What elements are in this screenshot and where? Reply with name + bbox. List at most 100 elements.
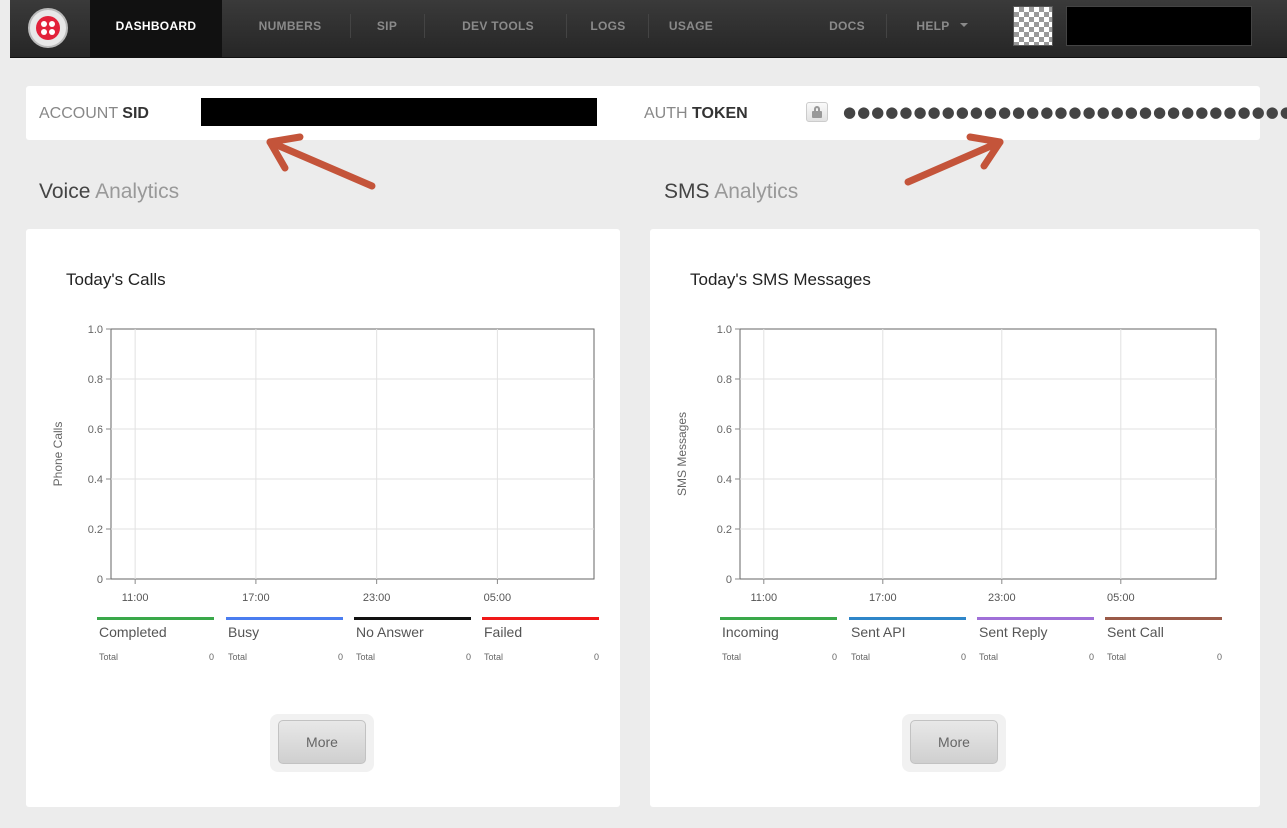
nav-usage[interactable]: USAGE bbox=[658, 0, 724, 58]
legend-swatch bbox=[354, 617, 471, 620]
y-tick-label: 0.6 bbox=[717, 424, 732, 436]
arrow-icon bbox=[266, 133, 376, 190]
auth-token-masked[interactable]: ●●●●●●●●●●●●●●●●●●●●●●●●●●●●●●●● bbox=[843, 103, 1287, 121]
nav-help-label: HELP bbox=[916, 19, 950, 33]
y-tick-label: 0 bbox=[97, 574, 103, 586]
x-tick-label: 17:00 bbox=[869, 592, 897, 604]
voice-analytics-panel: Today's Calls 0 0.2 0.4 0.6 0.8 1.0 11:00 17:00… bbox=[26, 229, 620, 807]
sms-chart: 0 0.2 0.4 0.6 0.8 1.0 11:00 17:00 23:00 05:00 SMS … bbox=[675, 324, 1217, 604]
legend-swatch bbox=[720, 617, 837, 620]
y-tick-label: 1.0 bbox=[88, 324, 103, 336]
legend-total-label: Total bbox=[979, 652, 999, 662]
nav-logs[interactable]: LOGS bbox=[576, 0, 640, 58]
legend-total-label: Total bbox=[484, 652, 504, 662]
legend-swatch bbox=[849, 617, 966, 620]
legend-swatch bbox=[226, 617, 343, 620]
lock-icon[interactable] bbox=[806, 102, 828, 122]
nav-divider bbox=[566, 14, 567, 38]
x-tick-label: 23:00 bbox=[363, 592, 391, 604]
voice-heading-bold: Voice bbox=[39, 180, 91, 203]
legend-item[interactable]: Failed Total 0 bbox=[482, 617, 601, 662]
legend-item[interactable]: Sent Call Total 0 bbox=[1105, 617, 1224, 662]
y-tick-label: 0.6 bbox=[88, 424, 103, 436]
legend-name: Failed bbox=[484, 624, 523, 640]
voice-heading-rest: Analytics bbox=[95, 180, 180, 203]
legend-total-label: Total bbox=[228, 652, 248, 662]
chevron-down-icon bbox=[959, 22, 968, 27]
legend-total-label: Total bbox=[1107, 652, 1127, 662]
legend-item[interactable]: Sent Reply Total 0 bbox=[977, 617, 1096, 662]
legend-item[interactable]: Completed Total 0 bbox=[97, 617, 216, 662]
nav-sip[interactable]: SIP bbox=[364, 0, 410, 58]
plot-area bbox=[110, 328, 595, 580]
legend-name: Incoming bbox=[722, 624, 779, 640]
y-tick-label: 1.0 bbox=[717, 324, 732, 336]
legend-total-label: Total bbox=[851, 652, 871, 662]
legend-total-value: 0 bbox=[593, 652, 599, 662]
y-tick-label: 0 bbox=[726, 574, 732, 586]
account-sid-label-strong: SID bbox=[122, 105, 149, 122]
x-tick-label: 23:00 bbox=[988, 592, 1016, 604]
account-sid-label: ACCOUNT SID bbox=[39, 105, 149, 123]
legend-item[interactable]: Busy Total 0 bbox=[226, 617, 345, 662]
legend-total-label: Total bbox=[356, 652, 376, 662]
more-button[interactable]: More bbox=[278, 720, 366, 764]
y-tick-label: 0.4 bbox=[717, 474, 732, 486]
y-axis-label: Phone Calls bbox=[51, 422, 65, 487]
y-axis-label: SMS Messages bbox=[675, 412, 689, 496]
account-sid-label-prefix: ACCOUNT bbox=[39, 105, 118, 122]
legend-item[interactable]: No Answer Total 0 bbox=[354, 617, 473, 662]
legend-name: Busy bbox=[228, 624, 260, 640]
x-tick-label: 11:00 bbox=[750, 592, 777, 604]
auth-token-label-strong: TOKEN bbox=[692, 105, 748, 122]
app-logo-icon[interactable] bbox=[28, 8, 68, 48]
nav-docs[interactable]: DOCS bbox=[818, 0, 876, 58]
legend-total-value: 0 bbox=[337, 652, 343, 662]
avatar[interactable] bbox=[1013, 6, 1053, 46]
x-tick-label: 05:00 bbox=[484, 592, 512, 604]
sms-analytics-panel: Today's SMS Messages 0 0.2 0.4 0.6 0.8 1.0 11:… bbox=[650, 229, 1260, 807]
more-button-wrap: More bbox=[270, 714, 374, 772]
y-tick-label: 0.8 bbox=[88, 374, 103, 386]
legend-total-label: Total bbox=[99, 652, 119, 662]
legend-name: No Answer bbox=[356, 624, 424, 640]
nav-help[interactable]: HELP bbox=[896, 0, 988, 58]
nav-divider bbox=[350, 14, 351, 38]
more-button-wrap: More bbox=[902, 714, 1006, 772]
x-tick-label: 05:00 bbox=[1107, 592, 1135, 604]
legend-total-value: 0 bbox=[1088, 652, 1094, 662]
sms-heading-bold: SMS bbox=[664, 180, 710, 203]
voice-analytics-heading: Voice Analytics bbox=[39, 180, 179, 204]
nav-numbers[interactable]: NUMBERS bbox=[236, 0, 344, 58]
plot-area bbox=[739, 328, 1217, 580]
legend-name: Sent Call bbox=[1107, 624, 1164, 640]
nav-divider bbox=[648, 14, 649, 38]
nav-dev-tools[interactable]: DEV TOOLS bbox=[438, 0, 558, 58]
legend-name: Sent API bbox=[851, 624, 906, 640]
auth-token-label: AUTH TOKEN bbox=[644, 105, 748, 123]
y-tick-label: 0.2 bbox=[717, 524, 732, 536]
nav-divider bbox=[886, 14, 887, 38]
sms-analytics-heading: SMS Analytics bbox=[664, 180, 798, 204]
legend-swatch bbox=[97, 617, 214, 620]
y-tick-label: 0.8 bbox=[717, 374, 732, 386]
top-navbar: DASHBOARD NUMBERS SIP DEV TOOLS LOGS USA… bbox=[10, 0, 1287, 58]
legend-swatch bbox=[977, 617, 1094, 620]
account-name-redacted[interactable] bbox=[1066, 6, 1252, 46]
legend-total-value: 0 bbox=[1216, 652, 1222, 662]
credentials-bar: ACCOUNT SID AUTH TOKEN ●●●●●●●●●●●●●●●●●… bbox=[26, 86, 1287, 140]
more-button[interactable]: More bbox=[910, 720, 998, 764]
y-tick-label: 0.4 bbox=[88, 474, 103, 486]
legend-name: Sent Reply bbox=[979, 624, 1048, 640]
legend-swatch bbox=[482, 617, 599, 620]
legend-item[interactable]: Incoming Total 0 bbox=[720, 617, 839, 662]
nav-dashboard[interactable]: DASHBOARD bbox=[90, 0, 222, 58]
legend-total-value: 0 bbox=[208, 652, 214, 662]
legend-item[interactable]: Sent API Total 0 bbox=[849, 617, 968, 662]
account-sid-value-redacted bbox=[201, 98, 597, 126]
legend-total-value: 0 bbox=[465, 652, 471, 662]
arrow-icon bbox=[904, 133, 1004, 186]
legend-swatch bbox=[1105, 617, 1222, 620]
legend-total-label: Total bbox=[722, 652, 742, 662]
y-tick-label: 0.2 bbox=[88, 524, 103, 536]
